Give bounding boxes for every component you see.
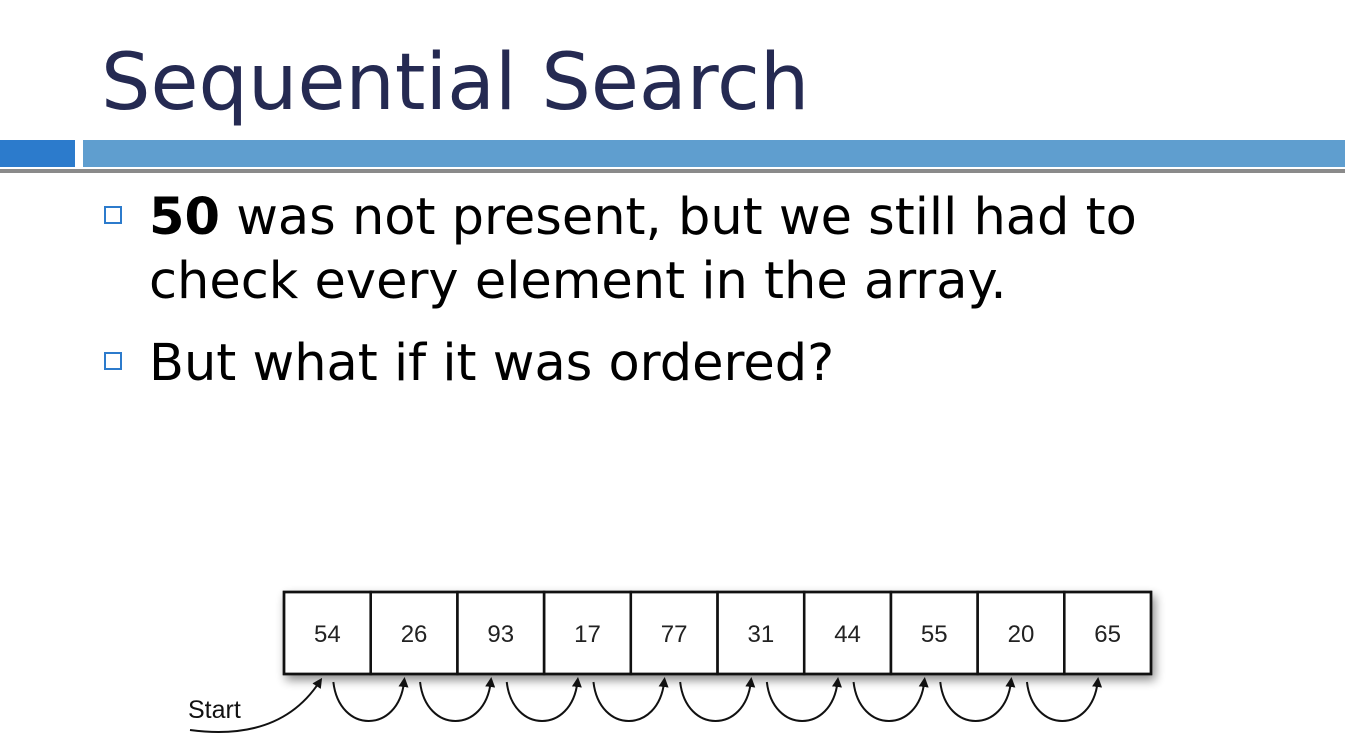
- header-accent-bar: [83, 140, 1345, 167]
- array-cell-value: 17: [574, 621, 601, 648]
- bullet-line-continued: check every element in the array.: [149, 252, 1007, 311]
- array-cell-value: 26: [401, 621, 428, 648]
- array-cell-value: 44: [834, 621, 861, 648]
- square-bullet-icon: [104, 206, 122, 224]
- next-cell-arrow: [852, 677, 929, 722]
- bullet-line-rest: was not present, but we still had to: [219, 188, 1137, 247]
- next-cell-arrow: [765, 677, 842, 722]
- next-cell-arrow: [419, 677, 496, 722]
- array-cell-value: 93: [487, 621, 514, 648]
- next-cell-arrow: [679, 677, 756, 722]
- bold-number: 50: [149, 188, 220, 247]
- sequential-search-diagram: 54 26 93 17 77 31 44 55 20 65 Start: [188, 590, 1153, 733]
- square-bullet-icon: [104, 352, 122, 370]
- array-cell-value: 31: [747, 621, 774, 648]
- next-cell-arrow: [592, 677, 669, 722]
- header-accent-block: [0, 140, 75, 167]
- next-cell-arrow: [505, 677, 582, 722]
- bullet-text: But what if it was ordered?: [149, 334, 835, 393]
- array-cell-value: 54: [314, 621, 341, 648]
- array-cell-value: 20: [1008, 621, 1035, 648]
- next-cell-arrow: [332, 677, 409, 722]
- header-divider: [0, 169, 1345, 173]
- array-cell-value: 77: [661, 621, 688, 648]
- start-label: Start: [188, 696, 241, 724]
- bullet-text: 50 was not present, but we still had to …: [149, 186, 1137, 314]
- next-cell-arrow: [939, 677, 1016, 722]
- next-cell-arrow: [1025, 677, 1103, 722]
- search-arrows: [189, 677, 1103, 733]
- bullet-line: 50 was not present, but we still had to: [149, 186, 1137, 250]
- array-cell-value: 55: [921, 621, 948, 648]
- array-cell-value: 65: [1094, 621, 1121, 648]
- array-cells: 54 26 93 17 77 31 44 55 20 65: [282, 590, 1153, 676]
- slide-title: Sequential Search: [101, 38, 810, 128]
